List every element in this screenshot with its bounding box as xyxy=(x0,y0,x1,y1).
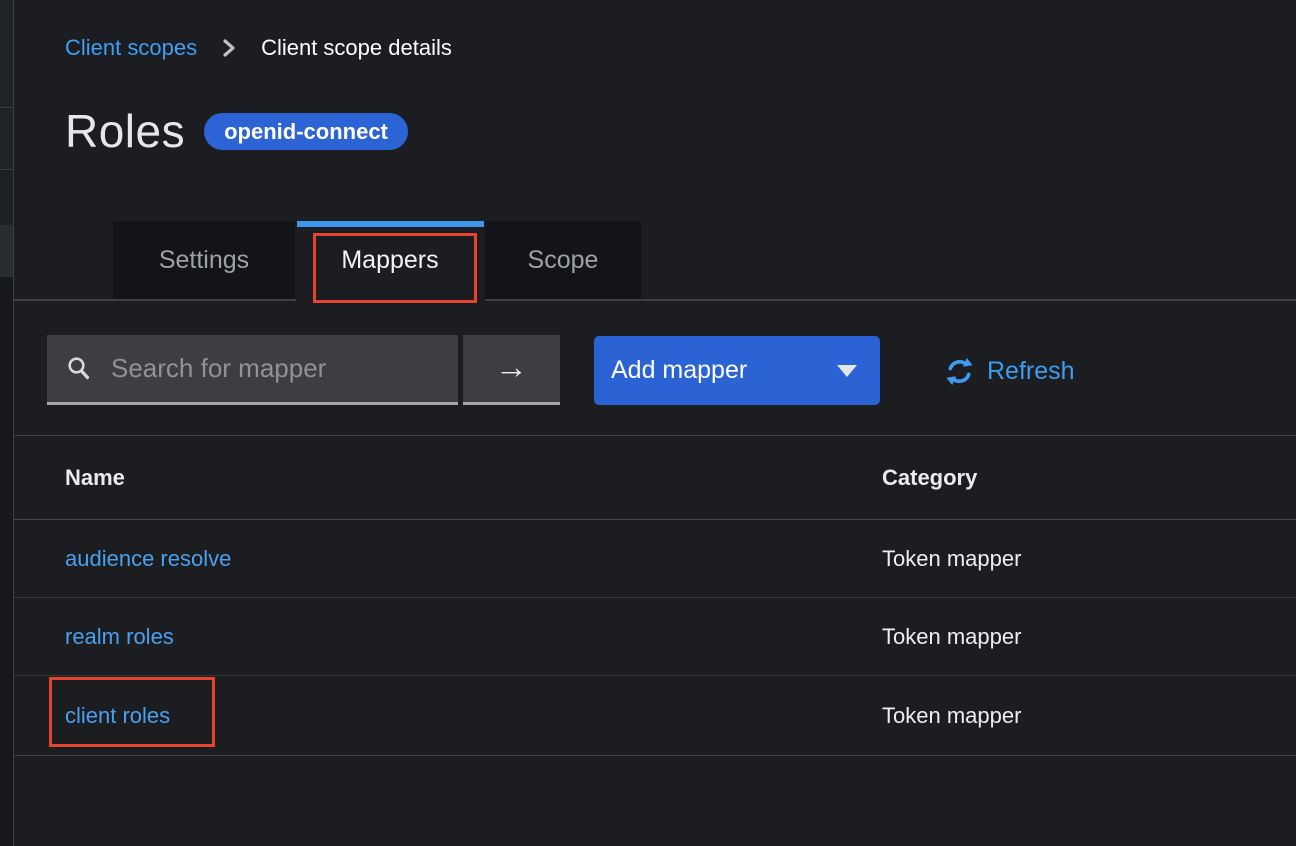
breadcrumb-current: Client scope details xyxy=(261,35,452,61)
protocol-badge: openid-connect xyxy=(204,113,408,150)
tab-mappers-label: Mappers xyxy=(341,246,438,275)
page-header: Roles openid-connect xyxy=(65,104,408,158)
caret-down-icon xyxy=(837,365,857,377)
tab-scope[interactable]: Scope xyxy=(485,221,641,300)
refresh-button[interactable]: Refresh xyxy=(944,352,1075,390)
column-header-category: Category xyxy=(882,465,977,491)
tab-scope-label: Scope xyxy=(528,246,599,275)
mapper-link-audience-resolve[interactable]: audience resolve xyxy=(65,546,231,572)
mapper-link-client-roles[interactable]: client roles xyxy=(65,703,170,729)
nav-sidebar-edge-segment xyxy=(0,171,13,225)
mapper-category: Token mapper xyxy=(882,703,1021,729)
nav-sidebar-edge-segment xyxy=(0,109,13,170)
tab-settings[interactable]: Settings xyxy=(113,221,295,300)
search-submit-button[interactable]: → xyxy=(463,335,560,405)
nav-sidebar-edge xyxy=(0,0,13,846)
nav-sidebar-edge-segment xyxy=(0,0,13,108)
page-title: Roles xyxy=(65,104,185,158)
sync-icon xyxy=(944,356,975,387)
tab-bottom-border xyxy=(485,299,1296,301)
search-mapper-field xyxy=(47,335,458,405)
arrow-right-icon: → xyxy=(495,350,528,387)
table-row-audience-resolve: audience resolve Token mapper xyxy=(14,520,1296,598)
table-row-realm-roles: realm roles Token mapper xyxy=(14,598,1296,676)
column-header-name: Name xyxy=(65,465,125,491)
table-row-client-roles: client roles Token mapper xyxy=(14,676,1296,756)
mappers-table: Name Category audience resolve Token map… xyxy=(14,435,1296,756)
tab-bottom-border xyxy=(14,299,296,301)
search-icon xyxy=(66,356,92,382)
add-mapper-button[interactable]: Add mapper xyxy=(594,336,880,405)
search-input[interactable] xyxy=(111,353,458,384)
refresh-label: Refresh xyxy=(987,357,1075,386)
nav-sidebar-edge-segment xyxy=(0,225,13,277)
add-mapper-label: Add mapper xyxy=(611,356,747,385)
mapper-link-realm-roles[interactable]: realm roles xyxy=(65,624,174,650)
nav-sidebar-edge-segment xyxy=(0,277,13,846)
angle-right-icon xyxy=(222,38,236,58)
breadcrumb-link-client-scopes[interactable]: Client scopes xyxy=(65,35,197,61)
mapper-category: Token mapper xyxy=(882,624,1021,650)
tab-mappers[interactable]: Mappers xyxy=(295,221,485,300)
table-header-row: Name Category xyxy=(14,435,1296,520)
tab-settings-label: Settings xyxy=(159,246,249,275)
breadcrumb: Client scopes Client scope details xyxy=(65,33,452,63)
active-tab-indicator xyxy=(297,221,484,227)
mapper-category: Token mapper xyxy=(882,546,1021,572)
